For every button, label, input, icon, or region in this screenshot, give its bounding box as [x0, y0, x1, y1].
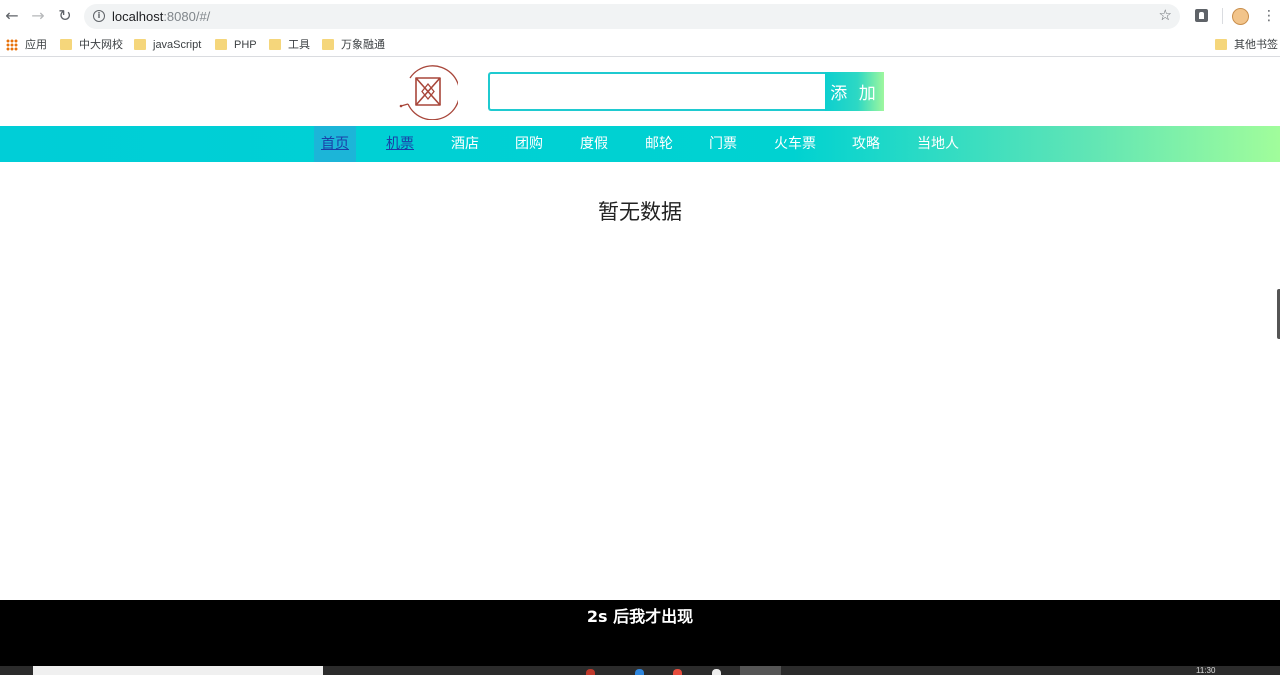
nav-item-locals[interactable]: 当地人: [910, 126, 966, 162]
nav-item-guides[interactable]: 攻略: [845, 126, 887, 162]
os-taskbar: 11:30: [0, 666, 1280, 675]
url-text[interactable]: localhost:8080/#/: [112, 7, 210, 26]
bookmark-apps[interactable]: 应用: [6, 37, 47, 53]
forward-arrow-icon[interactable]: →: [28, 6, 48, 26]
bottom-banner: 2s 后我才出现: [0, 600, 1280, 666]
folder-icon: [1215, 39, 1227, 50]
site-logo-icon[interactable]: [398, 64, 458, 120]
folder-icon: [322, 39, 334, 50]
delayed-banner-text: 2s 后我才出现: [0, 603, 1280, 627]
address-bar[interactable]: i localhost:8080/#/ ☆: [84, 4, 1180, 29]
toolbar-divider: [1222, 8, 1223, 24]
site-header: 添 加: [0, 58, 1280, 126]
taskbar-active-app[interactable]: [740, 666, 781, 675]
bookmark-folder-javascript[interactable]: javaScript: [134, 37, 201, 53]
nav-item-flights[interactable]: 机票: [379, 126, 421, 162]
folder-icon: [134, 39, 146, 50]
taskbar-app-icon[interactable]: [635, 669, 644, 675]
info-icon[interactable]: i: [93, 10, 105, 22]
main-nav: 首页 机票 酒店 团购 度假 邮轮 门票 火车票 攻略 当地人: [0, 126, 1280, 162]
nav-item-train-tickets[interactable]: 火车票: [767, 126, 823, 162]
apps-grid-icon: [6, 39, 18, 51]
nav-item-hotels[interactable]: 酒店: [444, 126, 486, 162]
kebab-menu-icon[interactable]: ⋮: [1262, 7, 1276, 25]
reload-icon[interactable]: ↻: [55, 6, 75, 26]
add-button[interactable]: 添 加: [825, 72, 884, 111]
bookmark-folder-zhongda[interactable]: 中大网校: [60, 37, 123, 53]
bookmark-folder-php[interactable]: PHP: [215, 37, 257, 53]
taskbar-search-box[interactable]: [33, 666, 323, 675]
folder-icon: [215, 39, 227, 50]
back-arrow-icon[interactable]: ←: [2, 6, 22, 26]
search-input[interactable]: [488, 72, 826, 111]
nav-item-group-buy[interactable]: 团购: [508, 126, 550, 162]
profile-avatar-icon[interactable]: [1232, 8, 1249, 25]
bookmarks-bar: 应用 中大网校 javaScript PHP 工具 万象融通 其他书签: [0, 33, 1280, 57]
folder-icon: [60, 39, 72, 50]
taskbar-app-icon[interactable]: [712, 669, 721, 675]
nav-item-cruise[interactable]: 邮轮: [638, 126, 680, 162]
taskbar-app-icon[interactable]: [586, 669, 595, 675]
nav-item-vacation[interactable]: 度假: [573, 126, 615, 162]
folder-icon: [269, 39, 281, 50]
taskbar-clock: 11:30: [1196, 667, 1215, 675]
empty-state-message: 暂无数据: [0, 196, 1280, 226]
nav-item-home[interactable]: 首页: [314, 126, 356, 162]
extension-icon[interactable]: [1195, 9, 1208, 22]
bookmark-folder-tools[interactable]: 工具: [269, 37, 310, 53]
bookmark-folder-other[interactable]: 其他书签: [1215, 37, 1278, 53]
nav-item-tickets[interactable]: 门票: [702, 126, 744, 162]
taskbar-app-icon[interactable]: [673, 669, 682, 675]
browser-toolbar: ← → ↻ i localhost:8080/#/ ☆ ⋮: [0, 0, 1280, 33]
bookmark-folder-wanxiang[interactable]: 万象融通: [322, 37, 385, 53]
bookmark-star-icon[interactable]: ☆: [1159, 6, 1172, 24]
